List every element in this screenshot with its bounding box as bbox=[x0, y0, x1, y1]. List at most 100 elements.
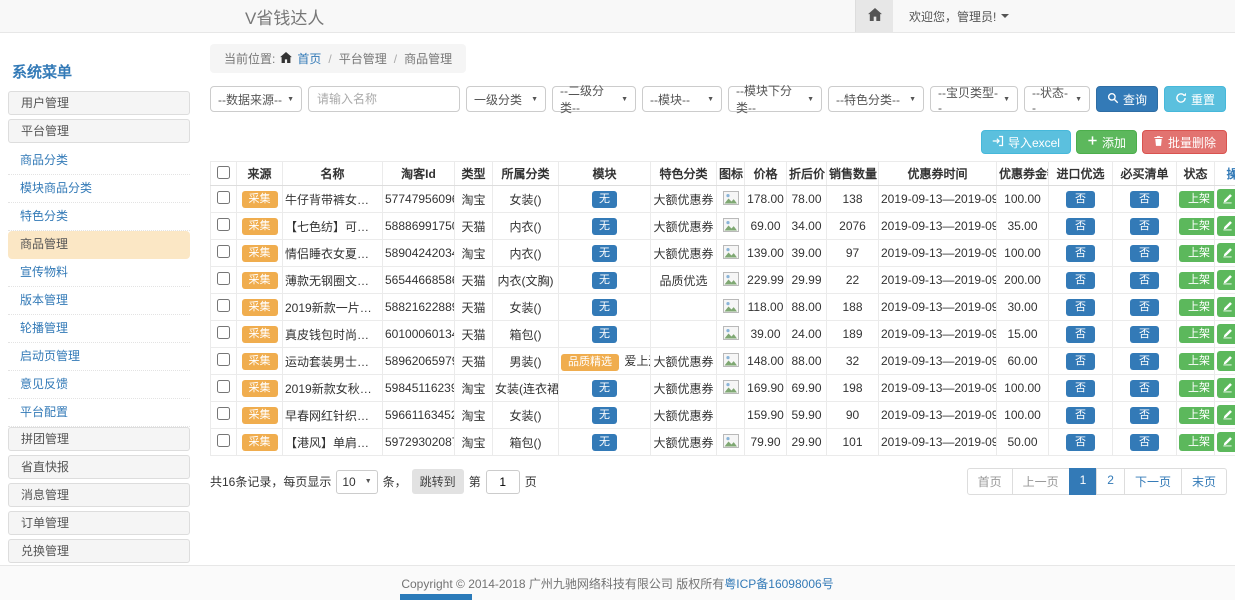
status-toggle[interactable]: 上架 bbox=[1179, 407, 1215, 424]
import-select-toggle[interactable]: 否 bbox=[1066, 272, 1095, 289]
reset-button[interactable]: 重置 bbox=[1164, 86, 1226, 112]
name-search-input[interactable] bbox=[308, 86, 460, 112]
sidebar-item[interactable]: 平台配置 bbox=[8, 399, 190, 427]
add-button[interactable]: 添加 bbox=[1076, 130, 1137, 154]
row-checkbox[interactable] bbox=[217, 218, 230, 231]
must-buy-toggle[interactable]: 否 bbox=[1130, 326, 1159, 343]
sidebar-item[interactable]: 订单管理 bbox=[8, 511, 190, 535]
filter-select[interactable]: --宝贝类型-- ▼ bbox=[930, 86, 1018, 112]
status-toggle[interactable]: 上架 bbox=[1179, 326, 1215, 343]
must-buy-toggle[interactable]: 否 bbox=[1130, 407, 1159, 424]
status-toggle[interactable]: 上架 bbox=[1179, 218, 1215, 235]
sidebar-item[interactable]: 商品管理 bbox=[8, 231, 190, 259]
edit-button[interactable] bbox=[1217, 189, 1235, 209]
sidebar-item[interactable]: 消息管理 bbox=[8, 483, 190, 507]
breadcrumb-home-link[interactable]: 首页 bbox=[297, 50, 321, 67]
pagination-button[interactable]: 首页 bbox=[967, 468, 1013, 495]
import-select-toggle[interactable]: 否 bbox=[1066, 434, 1095, 451]
filter-select[interactable]: 一级分类 ▼ bbox=[466, 86, 546, 112]
import-select-toggle[interactable]: 否 bbox=[1066, 191, 1095, 208]
sidebar-item[interactable]: 商品分类 bbox=[8, 147, 190, 175]
status-toggle[interactable]: 上架 bbox=[1179, 191, 1215, 208]
sidebar-item[interactable]: 用户管理 bbox=[8, 91, 190, 115]
row-checkbox[interactable] bbox=[217, 245, 230, 258]
edit-button[interactable] bbox=[1217, 378, 1235, 398]
import-select-toggle[interactable]: 否 bbox=[1066, 245, 1095, 262]
must-buy-toggle[interactable]: 否 bbox=[1130, 353, 1159, 370]
must-buy-toggle[interactable]: 否 bbox=[1130, 218, 1159, 235]
row-checkbox[interactable] bbox=[217, 326, 230, 339]
row-checkbox[interactable] bbox=[217, 191, 230, 204]
pagination-button[interactable]: 上一页 bbox=[1012, 468, 1070, 495]
sidebar-item[interactable]: 省直快报 bbox=[8, 455, 190, 479]
import-excel-button[interactable]: 导入excel bbox=[981, 130, 1071, 154]
edit-button[interactable] bbox=[1217, 216, 1235, 236]
status-toggle[interactable]: 上架 bbox=[1179, 245, 1215, 262]
import-select-toggle[interactable]: 否 bbox=[1066, 326, 1095, 343]
sidebar-item[interactable]: 特色分类 bbox=[8, 203, 190, 231]
edit-button[interactable] bbox=[1217, 324, 1235, 344]
must-buy-toggle[interactable]: 否 bbox=[1130, 299, 1159, 316]
row-checkbox[interactable] bbox=[217, 353, 230, 366]
import-select-toggle[interactable]: 否 bbox=[1066, 380, 1095, 397]
pagination-button[interactable]: 2 bbox=[1096, 468, 1125, 495]
sidebar-item[interactable]: 版本管理 bbox=[8, 287, 190, 315]
edit-button[interactable] bbox=[1217, 297, 1235, 317]
row-checkbox[interactable] bbox=[217, 434, 230, 447]
edit-button[interactable] bbox=[1217, 270, 1235, 290]
sidebar-item[interactable]: 轮播管理 bbox=[8, 315, 190, 343]
must-buy-toggle[interactable]: 否 bbox=[1130, 245, 1159, 262]
source-cell: 采集 bbox=[237, 267, 283, 294]
jump-button[interactable]: 跳转到 bbox=[412, 469, 464, 494]
sidebar-item[interactable]: 模块商品分类 bbox=[8, 175, 190, 203]
sidebar-item[interactable]: 拼团管理 bbox=[8, 427, 190, 451]
import-select-toggle[interactable]: 否 bbox=[1066, 407, 1095, 424]
price: 169.90 bbox=[745, 375, 787, 402]
icp-link[interactable]: 粤ICP备16098006号 bbox=[724, 575, 833, 592]
row-checkbox[interactable] bbox=[217, 380, 230, 393]
filter-select[interactable]: --模块-- ▼ bbox=[642, 86, 722, 112]
import-select-toggle[interactable]: 否 bbox=[1066, 218, 1095, 235]
must-buy-toggle[interactable]: 否 bbox=[1130, 434, 1159, 451]
coupon-amount: 15.00 bbox=[997, 321, 1049, 348]
status-toggle[interactable]: 上架 bbox=[1179, 380, 1215, 397]
import-icon bbox=[992, 135, 1004, 150]
select-all-checkbox[interactable] bbox=[217, 166, 230, 179]
sidebar-item[interactable]: 平台管理 bbox=[8, 119, 190, 143]
search-button[interactable]: 查询 bbox=[1096, 86, 1158, 112]
status-toggle[interactable]: 上架 bbox=[1179, 272, 1215, 289]
row-checkbox[interactable] bbox=[217, 272, 230, 285]
batch-delete-button[interactable]: 批量删除 bbox=[1142, 130, 1227, 154]
per-page-select[interactable]: 10 ▼ bbox=[336, 470, 377, 494]
pagination-button[interactable]: 1 bbox=[1069, 468, 1098, 495]
sidebar-item[interactable]: 启动页管理 bbox=[8, 343, 190, 371]
page-jump-input[interactable] bbox=[486, 470, 520, 494]
filter-select[interactable]: --二级分类-- ▼ bbox=[552, 86, 636, 112]
home-nav-button[interactable] bbox=[855, 0, 893, 32]
edit-button[interactable] bbox=[1217, 432, 1235, 452]
sidebar-item[interactable]: 宣传物料 bbox=[8, 259, 190, 287]
pagination-button[interactable]: 下一页 bbox=[1124, 468, 1182, 495]
must-buy-toggle[interactable]: 否 bbox=[1130, 272, 1159, 289]
filter-select[interactable]: --数据来源-- ▼ bbox=[210, 86, 302, 112]
product-icon-cell bbox=[717, 429, 745, 456]
must-buy-toggle[interactable]: 否 bbox=[1130, 191, 1159, 208]
edit-button[interactable] bbox=[1217, 351, 1235, 371]
edit-button[interactable] bbox=[1217, 243, 1235, 263]
status-toggle[interactable]: 上架 bbox=[1179, 434, 1215, 451]
edit-button[interactable] bbox=[1217, 405, 1235, 425]
row-checkbox[interactable] bbox=[217, 299, 230, 312]
filter-select[interactable]: --特色分类-- ▼ bbox=[828, 86, 924, 112]
status-toggle[interactable]: 上架 bbox=[1179, 353, 1215, 370]
filter-select[interactable]: --模块下分类-- ▼ bbox=[728, 86, 822, 112]
must-buy-toggle[interactable]: 否 bbox=[1130, 380, 1159, 397]
import-select-toggle[interactable]: 否 bbox=[1066, 353, 1095, 370]
sidebar-item[interactable]: 意见反馈 bbox=[8, 371, 190, 399]
filter-select[interactable]: --状态-- ▼ bbox=[1024, 86, 1090, 112]
row-checkbox[interactable] bbox=[217, 407, 230, 420]
user-menu[interactable]: 欢迎您，管理员! bbox=[909, 8, 1009, 25]
status-toggle[interactable]: 上架 bbox=[1179, 299, 1215, 316]
pagination-button[interactable]: 末页 bbox=[1181, 468, 1227, 495]
sidebar-item[interactable]: 兑换管理 bbox=[8, 539, 190, 563]
import-select-toggle[interactable]: 否 bbox=[1066, 299, 1095, 316]
